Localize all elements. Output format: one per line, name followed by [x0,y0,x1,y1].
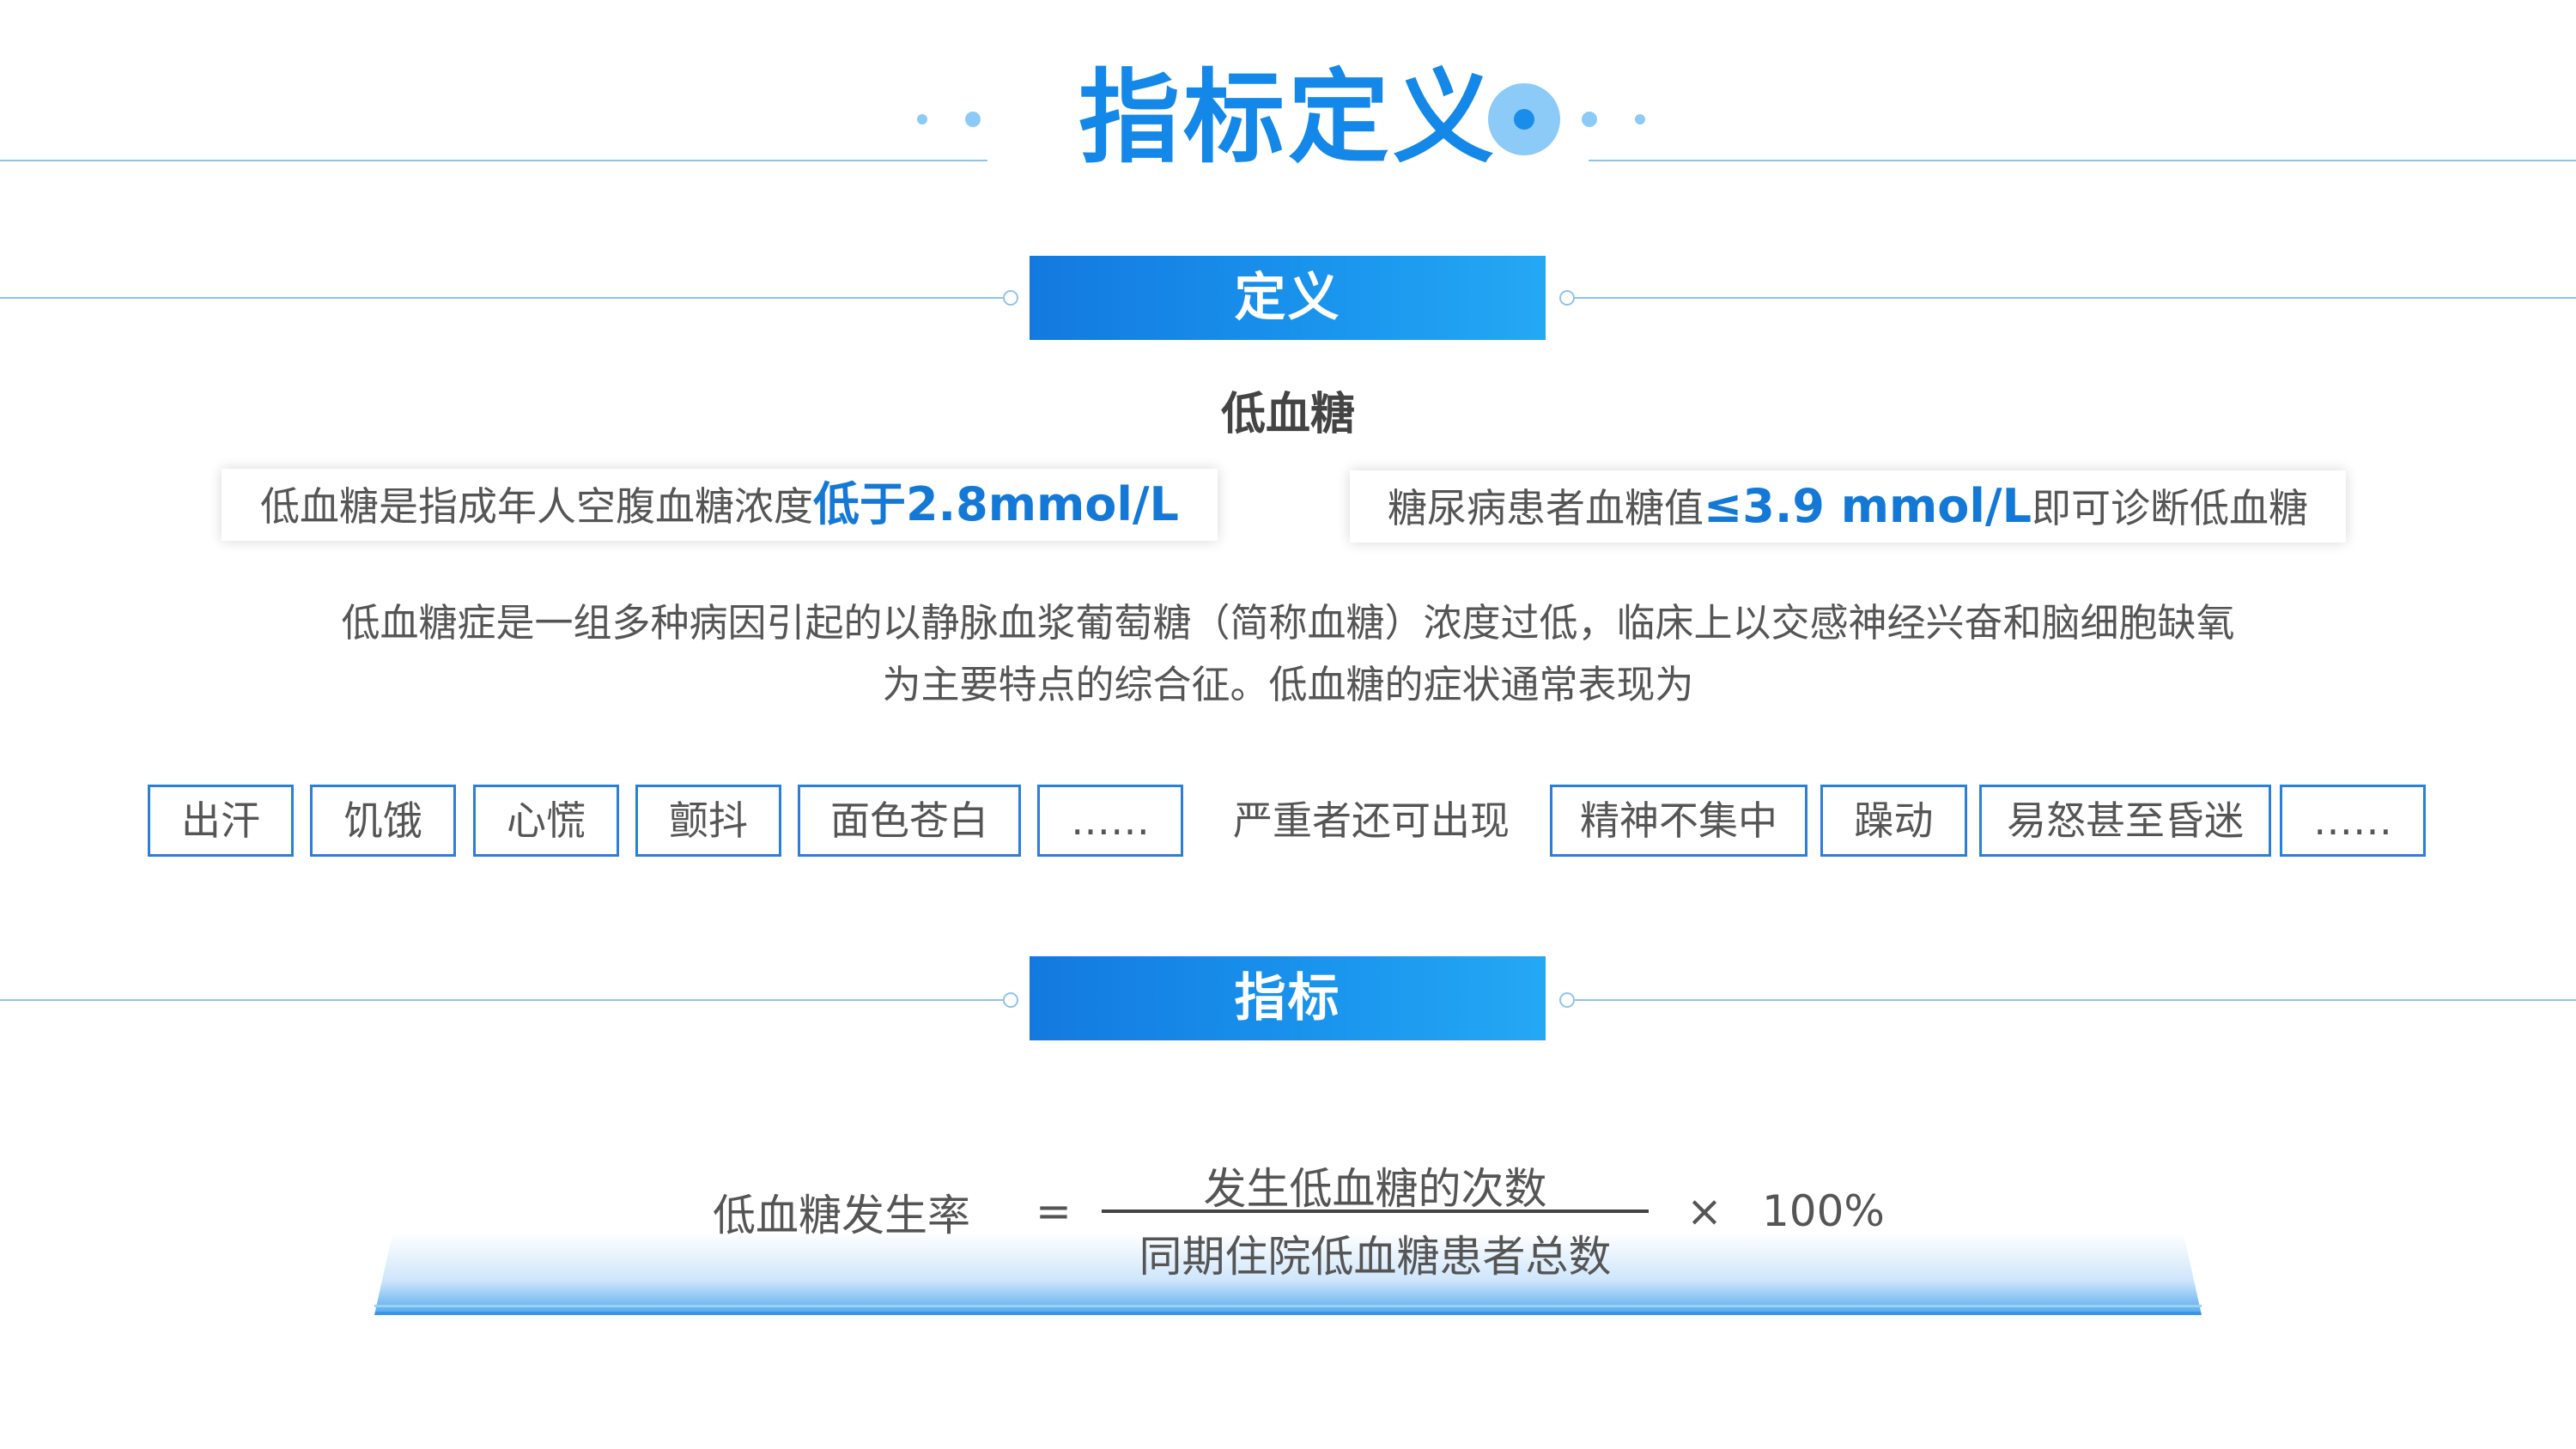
formula-name: 低血糖发生率 [713,1191,970,1240]
fraction-bar [1102,1210,1649,1213]
section-line-left [0,999,1003,1001]
formula-denominator: 同期住院低血糖患者总数 [1139,1232,1612,1282]
formula-base-line [374,1305,2202,1307]
symptom-tag-ellipsis: …… [1037,785,1183,857]
criteria-text: 糖尿病患者血糖值 [1388,485,1704,531]
severe-symptom-tag: 躁动 [1820,785,1967,857]
section-line-node [1003,992,1018,1008]
severe-symptom-tag: 精神不集中 [1550,785,1807,857]
formula-numerator: 发生低血糖的次数 [1203,1164,1547,1214]
criteria-box-adult: 低血糖是指成年人空腹血糖浓度低于2.8mmol/L [222,469,1218,541]
section-line-right [1575,297,2576,299]
criteria-highlight: ≤3.9 mmol/L [1704,479,2032,533]
symptom-tag: 面色苍白 [798,785,1021,857]
formula-times: × [1686,1186,1722,1236]
section-header-indicator: 指标 [1030,956,1546,1040]
symptom-tag: 心慌 [473,785,619,857]
definition-subtitle: 低血糖 [1220,389,1355,440]
severe-label: 严重者还可出现 [1233,797,1510,844]
criteria-highlight: 低于2.8mmol/L [813,477,1179,531]
section-line-right [1575,999,2576,1001]
title-deco-dot [1582,112,1597,127]
symptom-tag: 颤抖 [635,785,781,857]
section-line-node [1559,290,1575,306]
criteria-text: 低血糖是指成年人空腹血糖浓度 [260,483,814,530]
section-line-left [0,297,1003,299]
definition-paragraph-line2: 为主要特点的综合征。低血糖的症状通常表现为 [882,662,1694,707]
title-orb-right [1488,83,1560,155]
severe-symptom-tag-ellipsis: …… [2280,785,2426,857]
definition-paragraph-line1: 低血糖症是一组多种病因引起的以静脉血浆葡萄糖（简称血糖）浓度过低，临床上以交感神… [341,600,2235,646]
symptom-tag: 出汗 [148,785,294,857]
title-deco-dot [965,112,981,127]
criteria-box-diabetic: 糖尿病患者血糖值≤3.9 mmol/L即可诊断低血糖 [1350,470,2346,543]
symptom-tag: 饥饿 [310,785,456,857]
criteria-text: 即可诊断低血糖 [2031,485,2308,531]
title-deco-dot [917,114,927,124]
formula-equals: = [1036,1186,1072,1236]
formula-factor: 100% [1762,1186,1885,1236]
title-deco-dot [1635,114,1645,124]
section-line-node [1559,992,1575,1008]
severe-symptom-tag: 易怒甚至昏迷 [1979,785,2271,857]
section-header-definition: 定义 [1030,256,1546,340]
section-line-node [1003,290,1018,306]
